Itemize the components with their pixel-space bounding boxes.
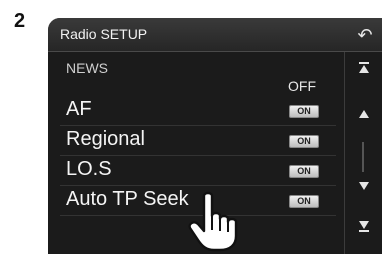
back-arrow-icon[interactable]: ↶ bbox=[354, 25, 376, 45]
step-number: 2 bbox=[14, 10, 26, 32]
hand-pointer-icon bbox=[186, 190, 248, 252]
scroll-divider bbox=[362, 142, 364, 172]
setting-label: Regional bbox=[66, 128, 145, 150]
on-toggle[interactable]: ON bbox=[289, 195, 319, 208]
news-value: OFF bbox=[288, 78, 316, 94]
setting-label: Auto TP Seek bbox=[66, 188, 189, 210]
scroll-to-bottom-icon[interactable] bbox=[345, 214, 382, 244]
setting-label: LO.S bbox=[66, 158, 112, 180]
title-bar: Radio SETUP ↶ bbox=[48, 18, 382, 52]
on-toggle[interactable]: ON bbox=[289, 105, 319, 118]
news-label: NEWS bbox=[66, 60, 108, 76]
setting-row-los[interactable]: LO.S ON bbox=[48, 156, 344, 186]
setting-label: AF bbox=[66, 98, 92, 120]
setting-row-news[interactable]: NEWS OFF bbox=[48, 52, 344, 96]
scrollbar[interactable] bbox=[344, 52, 382, 254]
setting-row-af[interactable]: AF ON bbox=[48, 96, 344, 126]
scroll-down-icon[interactable] bbox=[345, 172, 382, 202]
on-toggle[interactable]: ON bbox=[289, 165, 319, 178]
scroll-up-icon[interactable] bbox=[345, 100, 382, 130]
scroll-to-top-icon[interactable] bbox=[345, 56, 382, 86]
page-title: Radio SETUP bbox=[60, 26, 148, 42]
setting-row-regional[interactable]: Regional ON bbox=[48, 126, 344, 156]
on-toggle[interactable]: ON bbox=[289, 135, 319, 148]
